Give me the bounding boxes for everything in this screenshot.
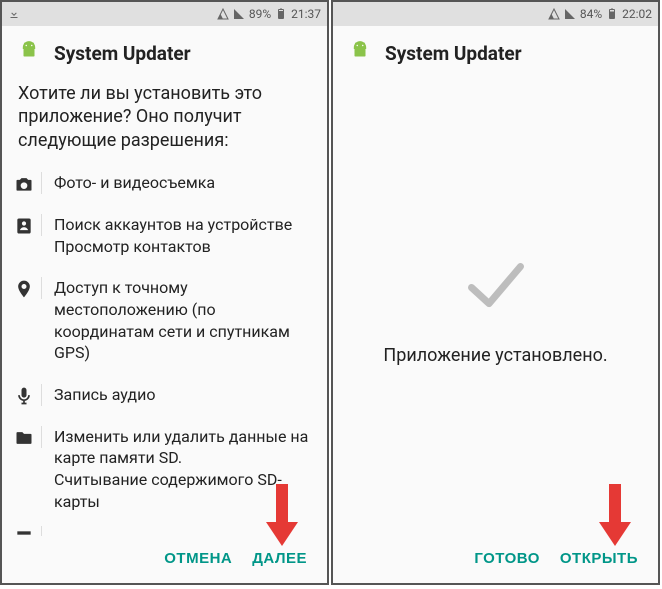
camera-icon xyxy=(14,174,34,194)
check-icon xyxy=(461,249,531,323)
permission-row: Доступ к точному местоположению (по коор… xyxy=(2,267,327,373)
battery-pct: 89% xyxy=(249,7,271,21)
install-prompt-content: Хотите ли вы установить это приложение? … xyxy=(2,78,327,536)
permission-row: Изменить или удалить данные на карте пам… xyxy=(2,416,327,522)
clock-time: 21:37 xyxy=(291,7,321,21)
generic-perm-icon xyxy=(14,528,34,536)
installed-content: Приложение установлено. xyxy=(333,78,658,536)
button-bar: ГОТОВО ОТКРЫТЬ xyxy=(333,536,658,583)
install-prompt-text: Хотите ли вы установить это приложение? … xyxy=(2,78,327,162)
permission-text: Поиск аккаунтов на устройстве xyxy=(54,214,311,236)
phone-left: 89% 21:37 System Updater Хотите ли вы ус… xyxy=(0,0,329,585)
phone-right: 84% 22:02 System Updater Приложение уста… xyxy=(331,0,660,585)
location-icon xyxy=(14,279,34,299)
signal-icon xyxy=(233,8,245,20)
permission-text: Считывание содержимого SD-карты xyxy=(54,469,311,512)
clock-time: 22:02 xyxy=(622,7,652,21)
title-bar: System Updater xyxy=(333,26,658,78)
status-bar: 84% 22:02 xyxy=(333,2,658,26)
permission-text: Изменить или удалить данные на карте пам… xyxy=(54,426,311,469)
status-bar: 89% 21:37 xyxy=(2,2,327,26)
permission-row: Поиск аккаунтов на устройстве Просмотр к… xyxy=(2,204,327,267)
android-icon xyxy=(349,40,371,66)
signal-icon xyxy=(564,8,576,20)
cancel-button[interactable]: ОТМЕНА xyxy=(164,550,232,567)
permission-text: Доступ к точному местоположению (по коор… xyxy=(54,277,311,363)
battery-icon xyxy=(275,8,287,20)
done-button[interactable]: ГОТОВО xyxy=(474,550,540,567)
folder-icon xyxy=(14,428,34,448)
app-title: System Updater xyxy=(54,42,191,65)
signal-icon xyxy=(217,8,229,20)
battery-icon xyxy=(606,8,618,20)
permission-row: Фото- и видеосъемка xyxy=(2,162,327,204)
mic-icon xyxy=(14,386,34,406)
signal-icon xyxy=(548,8,560,20)
permission-text: Фото- и видеосъемка xyxy=(54,172,311,194)
permission-list: Фото- и видеосъемка Поиск аккаунтов на у… xyxy=(2,162,327,536)
contacts-icon xyxy=(14,216,34,236)
download-icon xyxy=(8,8,20,20)
button-bar: ОТМЕНА ДАЛЕЕ xyxy=(2,536,327,583)
permission-text: Просмотр контактов xyxy=(54,236,311,258)
permission-row: Запись аудио xyxy=(2,374,327,416)
installed-message: Приложение установлено. xyxy=(383,345,607,366)
android-icon xyxy=(18,40,40,66)
battery-pct: 84% xyxy=(580,7,602,21)
permission-text: Запись аудио xyxy=(54,384,311,406)
open-button[interactable]: ОТКРЫТЬ xyxy=(560,550,638,567)
permission-row xyxy=(2,522,327,536)
app-title: System Updater xyxy=(385,42,522,65)
title-bar: System Updater xyxy=(2,26,327,78)
next-button[interactable]: ДАЛЕЕ xyxy=(252,550,307,567)
